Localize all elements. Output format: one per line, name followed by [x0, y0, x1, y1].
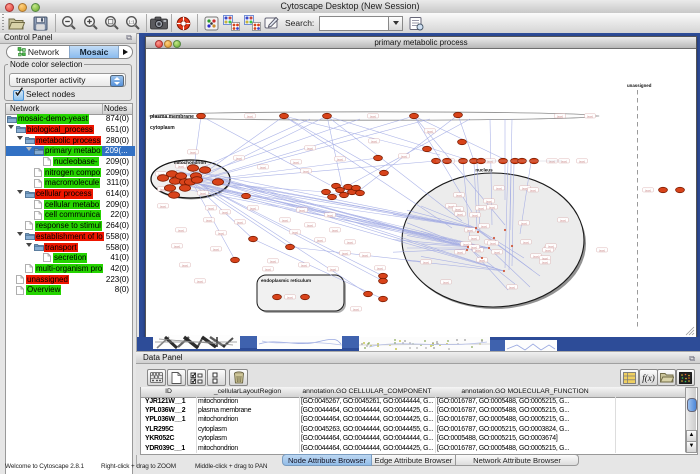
svg-text:(xxx): (xxx) [299, 208, 305, 212]
svg-text:(xxx): (xxx) [549, 159, 555, 163]
svg-text:(xxx): (xxx) [174, 244, 180, 248]
svg-text:(xxx): (xxx) [545, 248, 551, 252]
svg-text:(xxx): (xxx) [561, 159, 567, 163]
svg-text:(xxx): (xxx) [160, 204, 166, 208]
svg-text:(xxx): (xxx) [377, 266, 383, 270]
svg-text:(xxx): (xxx) [587, 114, 593, 118]
svg-text:(xxx): (xxx) [472, 213, 478, 217]
svg-text:(xxx): (xxx) [487, 159, 493, 163]
svg-text:(xxx): (xxx) [353, 307, 359, 311]
svg-text:(xxx): (xxx) [471, 236, 477, 240]
svg-text:(xxx): (xxx) [282, 218, 288, 222]
svg-text:plasma membrane: plasma membrane [150, 114, 194, 120]
svg-text:(xxx): (xxx) [307, 223, 313, 227]
svg-text:(xxx): (xxx) [250, 206, 256, 210]
svg-text:(xxx): (xxx) [342, 251, 348, 255]
svg-text:(xxx): (xxx) [523, 240, 529, 244]
svg-text:(xxx): (xxx) [522, 186, 528, 190]
svg-text:(xxx): (xxx) [463, 242, 469, 246]
svg-text:(xxx): (xxx) [237, 220, 243, 224]
svg-text:(xxx): (xxx) [197, 279, 203, 283]
svg-text:(xxx): (xxx) [467, 228, 473, 232]
svg-text:(xxx): (xxx) [494, 250, 500, 254]
svg-text:(xxx): (xxx) [247, 114, 253, 118]
svg-text:(xxx): (xxx) [332, 228, 338, 232]
svg-text:(xxx): (xxx) [292, 230, 298, 234]
svg-text:(xxx): (xxx) [182, 263, 188, 267]
svg-text:(xxx): (xxx) [218, 231, 224, 235]
svg-text:(xxx): (xxx) [208, 206, 214, 210]
svg-text:(xxx): (xxx) [401, 154, 407, 158]
svg-text:cytoplasm: cytoplasm [150, 125, 175, 131]
svg-text:(xxx): (xxx) [579, 159, 585, 163]
svg-text:(xxx): (xxx) [200, 191, 206, 195]
svg-text:(xxx): (xxx) [455, 207, 461, 211]
svg-text:(xxx): (xxx) [509, 285, 515, 289]
svg-text:(xxx): (xxx) [270, 259, 276, 263]
svg-text:nucleus: nucleus [475, 168, 493, 173]
svg-text:endoplasmic reticulum: endoplasmic reticulum [261, 278, 311, 283]
svg-text:(xxx): (xxx) [496, 186, 502, 190]
svg-text:(xxx): (xxx) [222, 210, 228, 214]
svg-text:(xxx): (xxx) [548, 244, 554, 248]
svg-text:(xxx): (xxx) [206, 218, 212, 222]
svg-text:(xxx): (xxx) [521, 221, 527, 225]
svg-text:(xxx): (xxx) [362, 253, 368, 257]
svg-text:(xxx): (xxx) [530, 188, 536, 192]
svg-text:(xxx): (xxx) [330, 267, 336, 271]
svg-text:(xxx): (xxx) [645, 188, 651, 192]
svg-text:unassigned: unassigned [627, 83, 652, 88]
svg-text:(xxx): (xxx) [427, 129, 433, 133]
svg-text:(xxx): (xxx) [337, 157, 343, 161]
svg-text:(xxx): (xxx) [456, 193, 462, 197]
svg-text:(xxx): (xxx) [178, 164, 184, 168]
svg-text:(xxx): (xxx) [317, 238, 323, 242]
svg-text:(xxx): (xxx) [489, 205, 495, 209]
svg-text:(xxx): (xxx) [303, 169, 309, 173]
svg-text:(xxx): (xxx) [478, 206, 484, 210]
svg-text:(xxx): (xxx) [178, 228, 184, 232]
svg-text:(xxx): (xxx) [236, 156, 242, 160]
svg-text:(xxx): (xxx) [293, 160, 299, 164]
svg-text:(xxx): (xxx) [457, 250, 463, 254]
svg-text:(xxx): (xxx) [486, 199, 492, 203]
svg-text:f(x): f(x) [642, 373, 655, 383]
svg-text:(xxx): (xxx) [307, 146, 313, 150]
svg-text:(xxx): (xxx) [213, 247, 219, 251]
svg-text:(xxx): (xxx) [370, 114, 376, 118]
svg-text:(xxx): (xxx) [287, 295, 293, 299]
svg-text:(xxx): (xxx) [490, 241, 496, 245]
svg-text:(xxx): (xxx) [190, 150, 196, 154]
svg-text:(xxx): (xxx) [542, 260, 548, 264]
svg-text:(xxx): (xxx) [481, 224, 487, 228]
svg-text:(xxx): (xxx) [423, 260, 429, 264]
svg-text:(xxx): (xxx) [533, 254, 539, 258]
svg-text:(xxx): (xxx) [471, 245, 477, 249]
svg-text:(xxx): (xxx) [347, 240, 353, 244]
svg-text:(xxx): (xxx) [457, 212, 463, 216]
svg-text:(xxx): (xxx) [301, 263, 307, 267]
svg-text:(xxx): (xxx) [599, 248, 605, 252]
svg-text:(xxx): (xxx) [260, 165, 266, 169]
svg-text:(xxx): (xxx) [443, 280, 449, 284]
svg-text:(xxx): (xxx) [560, 218, 566, 222]
svg-text:(xxx): (xxx) [327, 213, 333, 217]
svg-text:(xxx): (xxx) [557, 114, 563, 118]
svg-text:mitochondrion: mitochondrion [174, 160, 206, 165]
svg-text:(xxx): (xxx) [371, 139, 377, 143]
svg-text:(xxx): (xxx) [265, 267, 271, 271]
